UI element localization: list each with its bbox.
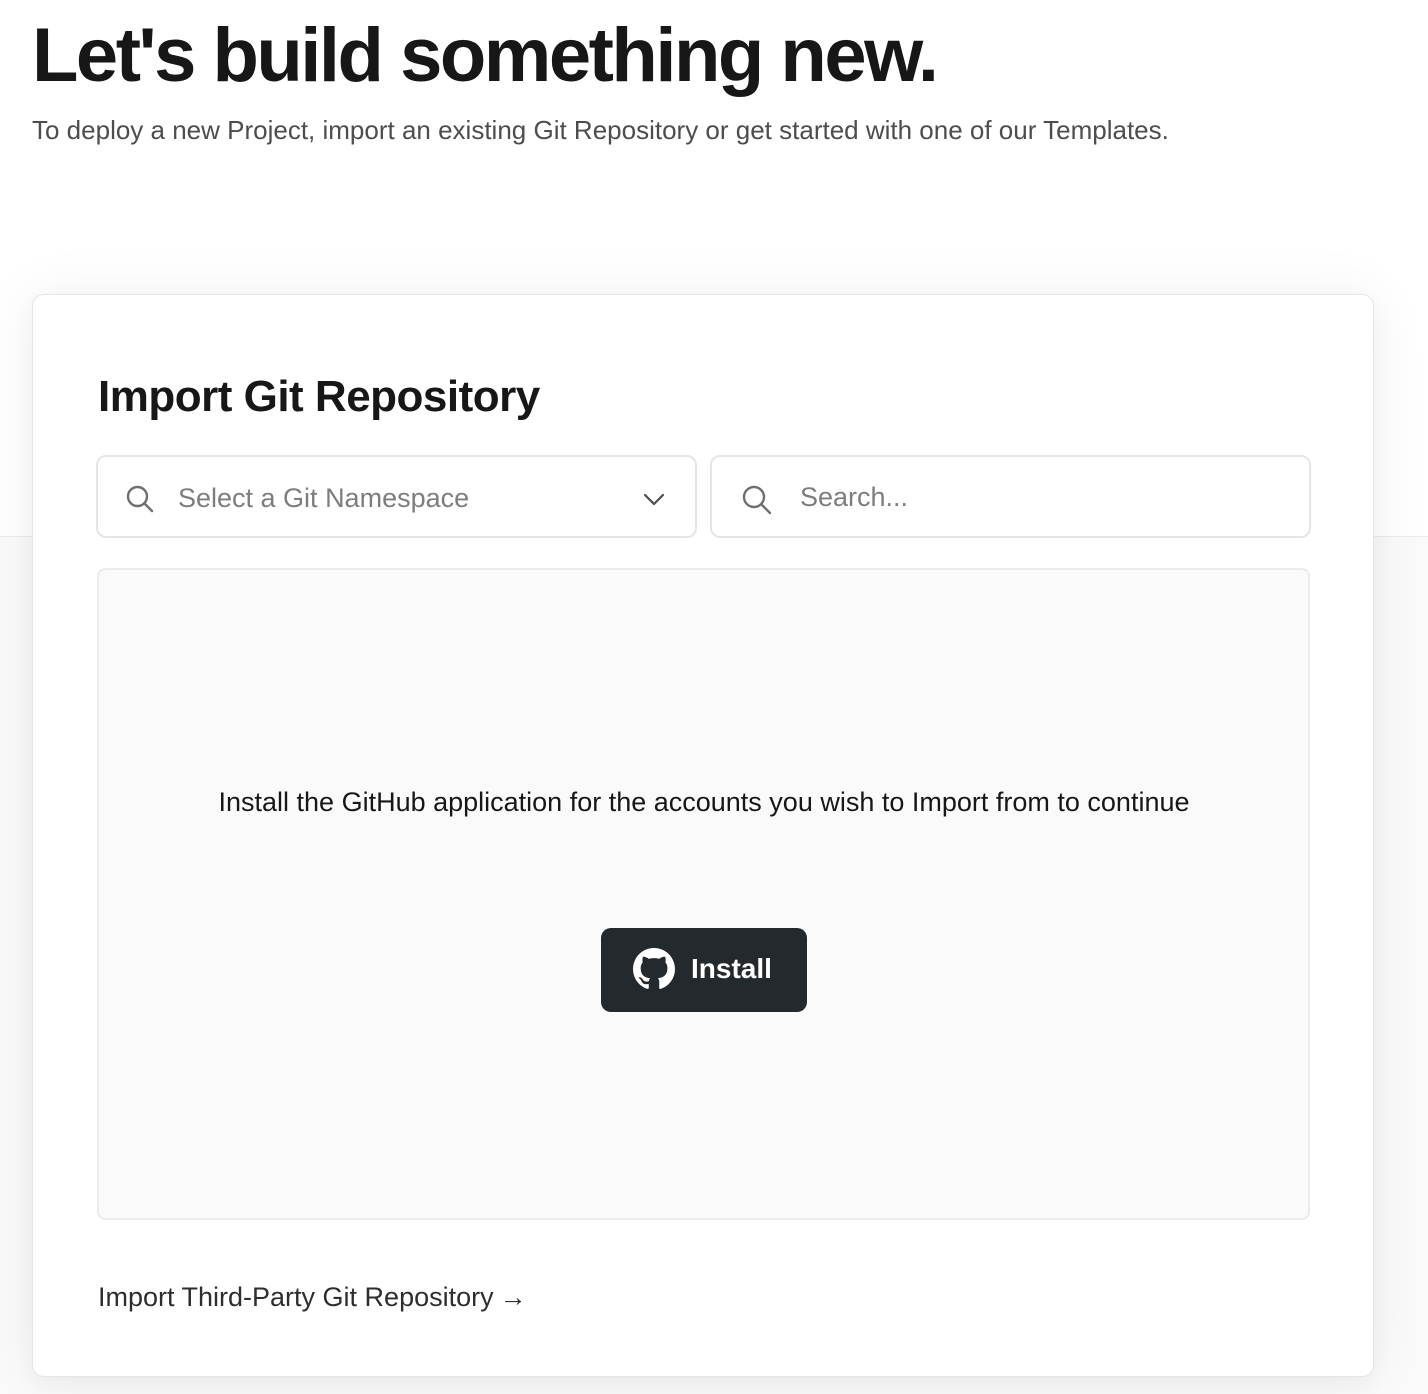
third-party-link-label: Import Third-Party Git Repository: [98, 1282, 494, 1312]
github-icon: [633, 948, 675, 990]
card-title: Import Git Repository: [98, 372, 540, 421]
install-github-message: Install the GitHub application for the a…: [218, 787, 1190, 817]
chevron-down-icon: [640, 485, 668, 513]
repository-list-empty-state: Install the GitHub application for the a…: [97, 568, 1310, 1220]
search-icon: [740, 483, 772, 515]
repository-search-input[interactable]: [800, 475, 1280, 519]
repository-search-field: [710, 455, 1311, 538]
git-namespace-select[interactable]: Select a Git Namespace: [96, 455, 697, 538]
page-title: Let's build something new.: [32, 13, 939, 98]
git-namespace-placeholder: Select a Git Namespace: [178, 483, 470, 513]
search-icon: [124, 483, 156, 515]
arrow-right-icon: →: [499, 1282, 527, 1312]
import-third-party-repository-link[interactable]: Import Third-Party Git Repository →: [98, 1280, 527, 1314]
install-github-button[interactable]: Install: [601, 928, 807, 1012]
install-button-label: Install: [691, 953, 772, 984]
page-subtitle: To deploy a new Project, import an exist…: [32, 115, 1169, 145]
import-git-repository-card: Import Git Repository Select a Git Names…: [32, 294, 1374, 1377]
